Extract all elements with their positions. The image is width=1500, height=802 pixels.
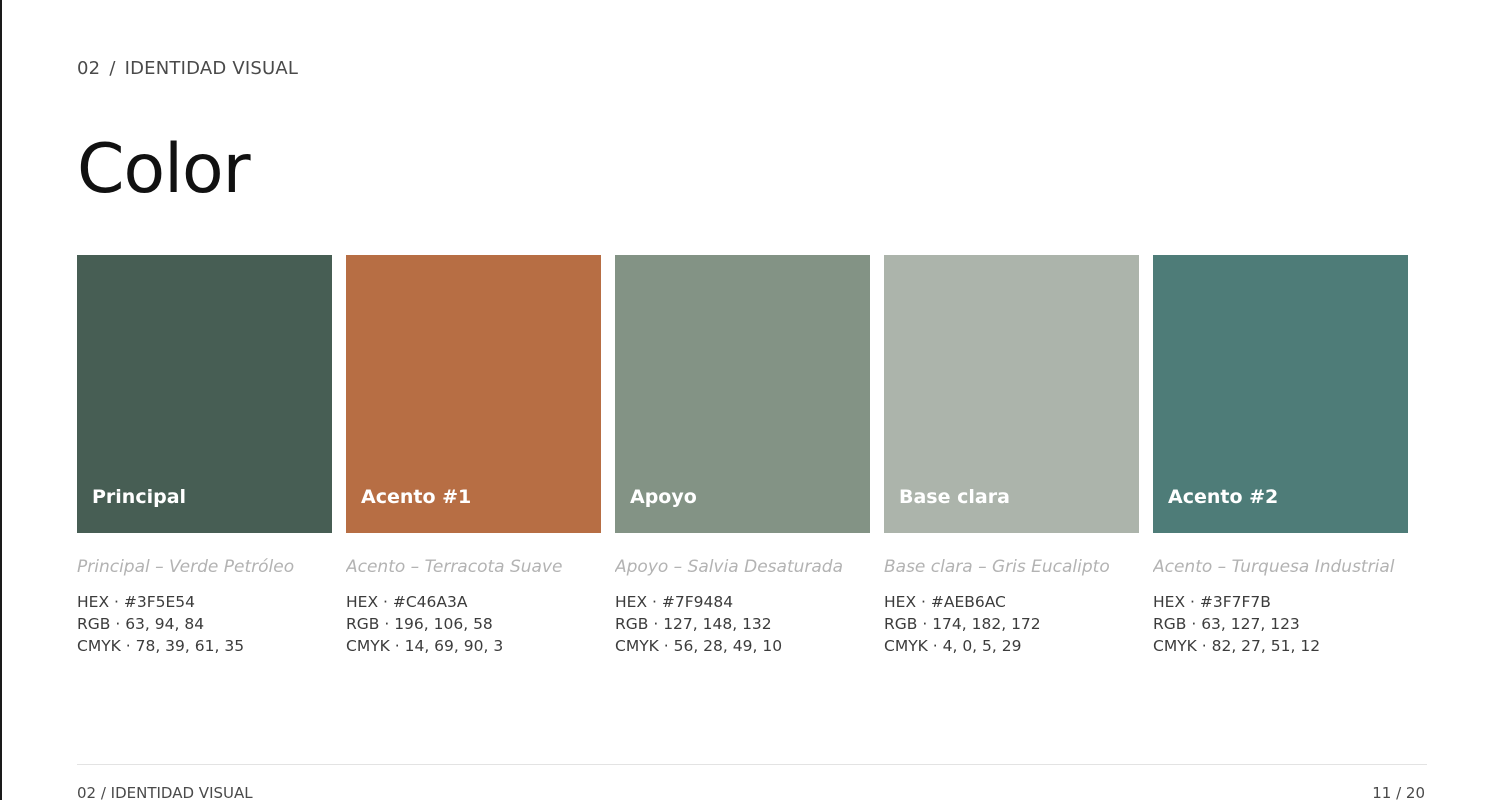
hex-value: HEX · #3F5E54 [77,593,195,611]
slide: 02 / IDENTIDAD VISUAL Color Principal Prin… [0,0,1500,802]
hex-value: HEX · #AEB6AC [884,593,1006,611]
swatch-caption: Principal – Verde Petróleo [77,557,295,577]
color-swatch: Principal [77,255,332,533]
cmyk-value: CMYK · 82, 27, 51, 12 [1153,637,1321,655]
color-palette: Principal Principal – Verde Petróleo HEX… [77,255,1427,657]
swatch-specs: HEX · #AEB6AC RGB · 174, 182, 172 CMYK ·… [884,591,1139,657]
section-breadcrumb: 02 / IDENTIDAD VISUAL [77,58,298,79]
swatch-specs: HEX · #C46A3A RGB · 196, 106, 58 CMYK · … [346,591,601,657]
swatch-caption: Base clara – Gris Eucalipto [884,557,1110,577]
breadcrumb-separator: / [109,58,116,79]
rgb-value: RGB · 196, 106, 58 [346,615,493,633]
palette-entry-acento-1: Acento #1 Acento – Terracota Suave HEX ·… [346,255,601,657]
swatch-specs: HEX · #3F5E54 RGB · 63, 94, 84 CMYK · 78… [77,591,332,657]
color-swatch: Acento #2 [1153,255,1408,533]
rgb-value: RGB · 63, 127, 123 [1153,615,1300,633]
page-title: Color [77,130,251,209]
page-number: 11 / 20 [1372,784,1425,802]
cmyk-value: CMYK · 78, 39, 61, 35 [77,637,245,655]
hex-value: HEX · #C46A3A [346,593,468,611]
section-number: 02 [77,58,101,79]
section-title: IDENTIDAD VISUAL [124,58,299,79]
palette-entry-base-clara: Base clara Base clara – Gris Eucalipto H… [884,255,1139,657]
swatch-label: Acento #1 [361,486,472,508]
footer-divider [77,764,1427,765]
swatch-caption: Apoyo – Salvia Desaturada [615,557,844,577]
palette-entry-acento-2: Acento #2 Acento – Turquesa Industrial H… [1153,255,1408,657]
swatch-label: Acento #2 [1168,486,1279,508]
rgb-value: RGB · 63, 94, 84 [77,615,205,633]
hex-value: HEX · #3F7F7B [1153,593,1271,611]
swatch-specs: HEX · #3F7F7B RGB · 63, 127, 123 CMYK · … [1153,591,1408,657]
rgb-value: RGB · 174, 182, 172 [884,615,1041,633]
cmyk-value: CMYK · 4, 0, 5, 29 [884,637,1022,655]
swatch-caption: Acento – Turquesa Industrial [1153,557,1395,577]
footer-section-label: 02 / IDENTIDAD VISUAL [77,784,253,802]
swatch-label: Apoyo [630,486,697,508]
swatch-label: Principal [92,486,187,508]
color-swatch: Acento #1 [346,255,601,533]
swatch-label: Base clara [899,486,1010,508]
rgb-value: RGB · 127, 148, 132 [615,615,772,633]
swatch-specs: HEX · #7F9484 RGB · 127, 148, 132 CMYK ·… [615,591,870,657]
cmyk-value: CMYK · 56, 28, 49, 10 [615,637,783,655]
color-swatch: Base clara [884,255,1139,533]
palette-entry-apoyo: Apoyo Apoyo – Salvia Desaturada HEX · #7… [615,255,870,657]
palette-entry-principal: Principal Principal – Verde Petróleo HEX… [77,255,332,657]
cmyk-value: CMYK · 14, 69, 90, 3 [346,637,504,655]
swatch-caption: Acento – Terracota Suave [346,557,563,577]
color-swatch: Apoyo [615,255,870,533]
hex-value: HEX · #7F9484 [615,593,734,611]
